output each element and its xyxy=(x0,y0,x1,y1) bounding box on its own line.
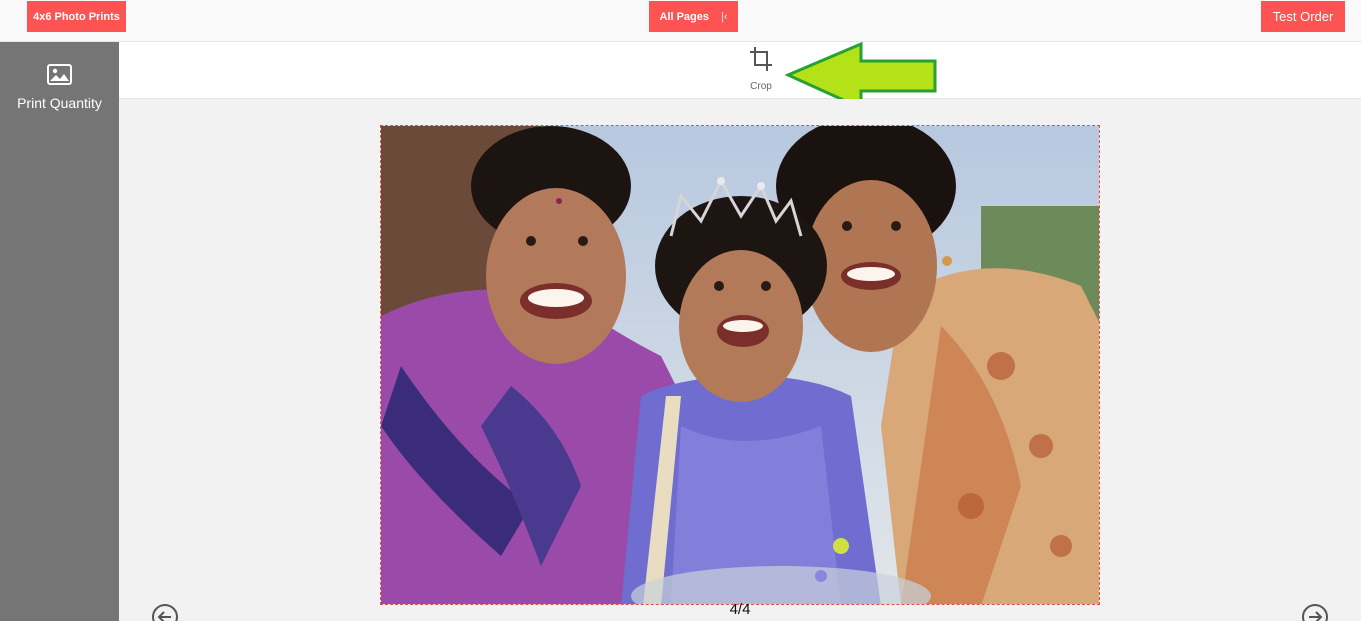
chevron-collapse-left-icon: |‹ xyxy=(721,10,728,23)
editor-toolbar: Crop xyxy=(119,41,1361,111)
product-button[interactable]: 4x6 Photo Prints xyxy=(27,1,126,32)
all-pages-label: All Pages xyxy=(659,10,709,23)
arrow-left-circle-icon[interactable] xyxy=(151,603,179,621)
test-order-label: Test Order xyxy=(1272,9,1334,24)
editor-canvas: 4/4 xyxy=(119,99,1361,621)
all-pages-button[interactable]: All Pages |‹ xyxy=(649,1,738,32)
photo-frame[interactable] xyxy=(380,125,1100,605)
crop-icon xyxy=(749,46,773,77)
sidebar-item-print-quantity[interactable]: Print Quantity xyxy=(0,42,119,120)
family-photo xyxy=(381,126,1099,604)
sidebar: Print Quantity xyxy=(0,42,119,621)
page-indicator: 4/4 xyxy=(729,601,751,618)
image-icon xyxy=(47,64,72,90)
test-order-button[interactable]: Test Order xyxy=(1261,1,1345,32)
arrow-right-circle-icon[interactable] xyxy=(1301,603,1329,621)
crop-label: Crop xyxy=(750,81,772,92)
top-bar: 4x6 Photo Prints All Pages |‹ Test Order xyxy=(0,0,1361,42)
crop-button[interactable]: Crop xyxy=(739,46,783,98)
product-label: 4x6 Photo Prints xyxy=(33,10,120,23)
sidebar-item-label: Print Quantity xyxy=(17,95,102,111)
